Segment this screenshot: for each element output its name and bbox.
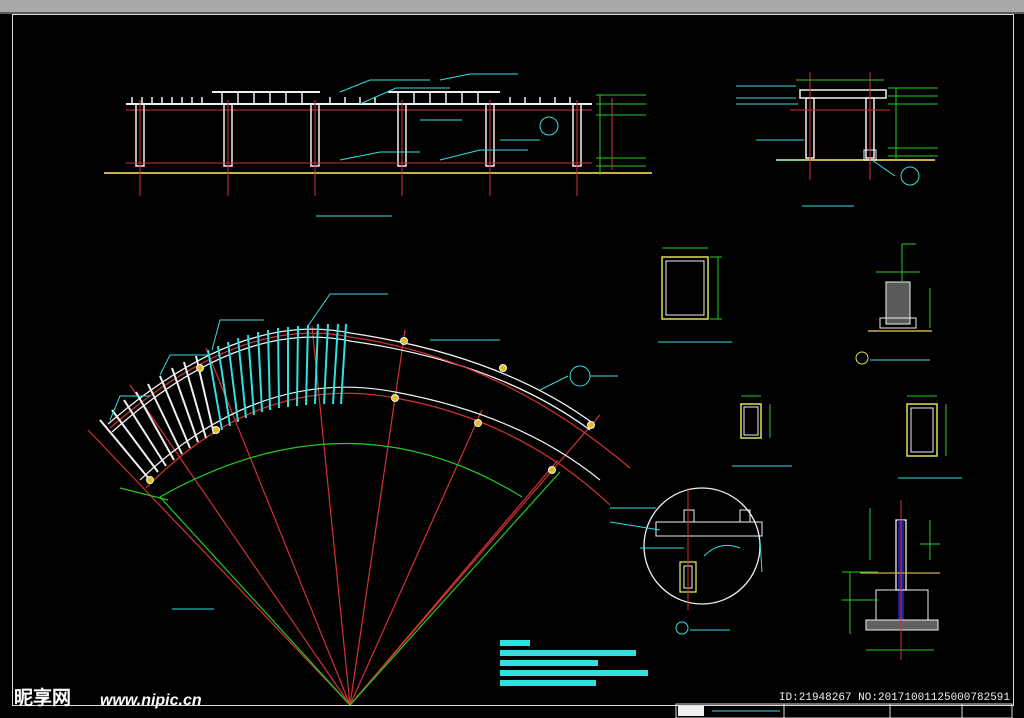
- end-elevation-view: [736, 72, 938, 207]
- watermark-logo: 昵享网: [14, 687, 72, 709]
- long-elevation-view: [104, 73, 652, 217]
- base-section: [842, 500, 940, 660]
- column-section-b: [732, 395, 792, 467]
- footing-detail: [855, 243, 932, 365]
- column-section-c: [898, 395, 962, 479]
- title-block: [675, 703, 1013, 718]
- watermark-id: ID:21948267 NO:20171001125000782591: [778, 692, 1010, 704]
- legend-block: [500, 640, 648, 686]
- arc-plan-view: [87, 293, 648, 706]
- watermark-url: www.nipic.cn: [100, 692, 202, 709]
- cad-drawing[interactable]: [0, 0, 1024, 718]
- node-detail-circle: [609, 487, 763, 635]
- column-section-a: [658, 247, 732, 343]
